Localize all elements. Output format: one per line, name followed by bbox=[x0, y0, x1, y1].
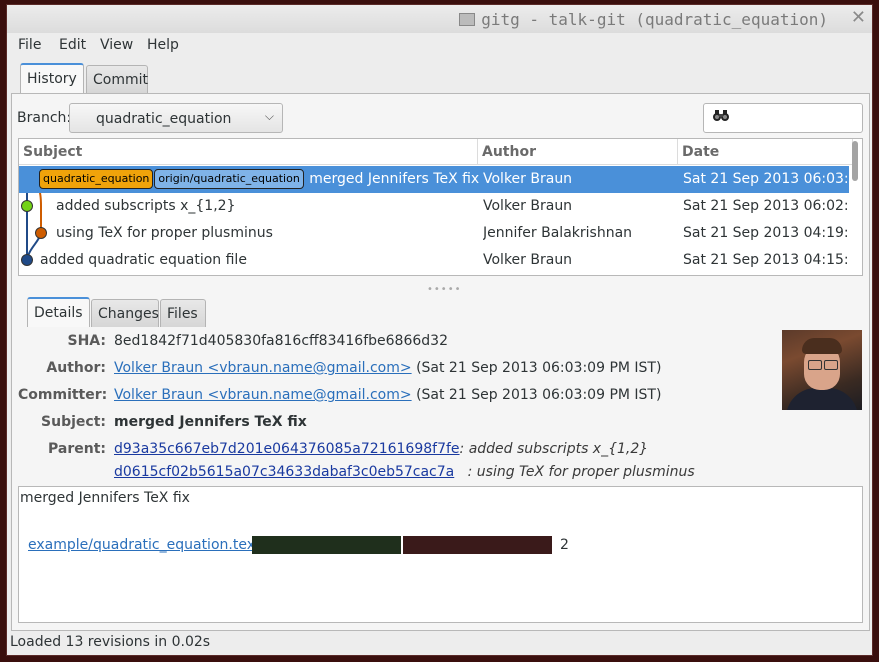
commit-row[interactable]: using TeX for proper plusminus Jennifer … bbox=[19, 220, 849, 247]
file-link[interactable]: example/quadratic_equation.tex bbox=[28, 537, 255, 553]
menu-help[interactable]: Help bbox=[147, 37, 179, 53]
committer-date: (Sat 21 Sep 2013 06:03:09 PM IST) bbox=[416, 387, 662, 403]
commit-author: Jennifer Balakrishnan bbox=[483, 225, 633, 241]
commit-subject: added quadratic equation file bbox=[40, 252, 247, 268]
commit-author: Volker Braun bbox=[483, 252, 573, 268]
parent-message: : added subscripts x_{1,2} bbox=[459, 441, 649, 457]
tab-details[interactable]: Details bbox=[27, 297, 90, 327]
chevron-down-icon: ⌵ bbox=[264, 109, 274, 123]
window-title: gitg - talk-git (quadratic_equation) bbox=[459, 10, 828, 29]
commit-row[interactable]: added quadratic equation file Volker Bra… bbox=[19, 247, 849, 274]
column-header-author[interactable]: Author bbox=[478, 139, 678, 165]
committer-label: Committer: bbox=[18, 387, 108, 403]
tab-history[interactable]: History bbox=[20, 63, 84, 93]
parent-sha-link[interactable]: d0615cf02b5615a07c34633dabaf3c0eb57cac7a bbox=[114, 464, 454, 480]
branch-value: quadratic_equation bbox=[96, 111, 232, 127]
commit-message-view[interactable]: merged Jennifers TeX fix example/quadrat… bbox=[18, 486, 863, 623]
column-header-date[interactable]: Date bbox=[678, 139, 853, 165]
author-link[interactable]: Volker Braun <vbraun.name@gmail.com> bbox=[114, 360, 412, 376]
binoculars-icon bbox=[712, 108, 730, 126]
ref-badge-local: quadratic_equation bbox=[39, 169, 154, 189]
commit-row[interactable]: quadratic_equation origin/quadratic_equat… bbox=[19, 166, 849, 193]
commit-author: Volker Braun bbox=[483, 171, 573, 187]
commit-date: Sat 21 Sep 2013 06:03:09 PM IST bbox=[683, 171, 849, 187]
diffstat-bar bbox=[252, 536, 552, 554]
parent-label: Parent: bbox=[48, 441, 106, 457]
scrollbar-thumb[interactable] bbox=[852, 141, 858, 181]
author-avatar bbox=[782, 330, 862, 410]
parent-message: : using TeX for proper plusminus bbox=[467, 464, 695, 480]
commit-row[interactable]: added subscripts x_{1,2} Volker Braun Sa… bbox=[19, 193, 849, 220]
subject-label: Subject: bbox=[41, 414, 106, 430]
commit-date: Sat 21 Sep 2013 04:15:03 PM IST bbox=[683, 252, 849, 268]
diffstat-count: 2 bbox=[560, 537, 569, 553]
title-bar[interactable]: gitg - talk-git (quadratic_equation) ✕ bbox=[7, 5, 872, 33]
sha-label: SHA: bbox=[67, 333, 107, 349]
branch-select[interactable]: quadratic_equation ⌵ bbox=[69, 103, 283, 133]
app-window: gitg - talk-git (quadratic_equation) ✕ F… bbox=[6, 4, 873, 656]
subject-value: merged Jennifers TeX fix bbox=[114, 414, 307, 430]
commit-author: Volker Braun bbox=[483, 198, 573, 214]
app-icon bbox=[459, 13, 476, 26]
close-icon[interactable]: ✕ bbox=[851, 8, 866, 28]
menu-edit[interactable]: Edit bbox=[59, 37, 86, 53]
diffstat-removed bbox=[403, 536, 552, 554]
pane-resize-handle[interactable]: ••••• bbox=[427, 284, 462, 295]
column-header-subject[interactable]: Subject bbox=[19, 139, 478, 165]
commit-list[interactable]: Subject Author Date quadratic_equation or… bbox=[18, 138, 863, 276]
status-bar: Loaded 13 revisions in 0.02s bbox=[10, 634, 211, 650]
branch-label: Branch: bbox=[17, 110, 72, 126]
commit-message: merged Jennifers TeX fix bbox=[20, 490, 190, 506]
menu-file[interactable]: File bbox=[18, 37, 41, 53]
commit-date: Sat 21 Sep 2013 06:02:17 PM IST bbox=[683, 198, 849, 214]
author-label: Author: bbox=[46, 360, 106, 376]
sha-value: 8ed1842f71d405830fa816cff83416fbe6866d32 bbox=[114, 333, 448, 349]
commit-date: Sat 21 Sep 2013 04:19:44 PM IST bbox=[683, 225, 849, 241]
list-scrollbar[interactable] bbox=[852, 141, 860, 259]
author-date: (Sat 21 Sep 2013 06:03:09 PM IST) bbox=[416, 360, 662, 376]
tab-changes[interactable]: Changes bbox=[91, 299, 159, 327]
tab-files[interactable]: Files bbox=[160, 299, 206, 327]
ref-badge-remote: origin/quadratic_equation bbox=[154, 169, 304, 189]
commit-details: SHA: 8ed1842f71d405830fa816cff83416fbe68… bbox=[18, 327, 863, 487]
tab-commit[interactable]: Commit bbox=[86, 65, 148, 93]
menu-bar: File Edit View Help bbox=[7, 35, 872, 57]
committer-link[interactable]: Volker Braun <vbraun.name@gmail.com> bbox=[114, 387, 412, 403]
commit-subject: using TeX for proper plusminus bbox=[56, 225, 273, 241]
menu-view[interactable]: View bbox=[100, 37, 133, 53]
search-input[interactable] bbox=[703, 103, 863, 133]
commit-subject: merged Jennifers TeX fix bbox=[309, 171, 479, 187]
diffstat-added bbox=[252, 536, 401, 554]
commit-subject: added subscripts x_{1,2} bbox=[56, 198, 236, 214]
parent-sha-link[interactable]: d93a35c667eb7d201e064376085a72161698f7fe bbox=[114, 441, 460, 457]
